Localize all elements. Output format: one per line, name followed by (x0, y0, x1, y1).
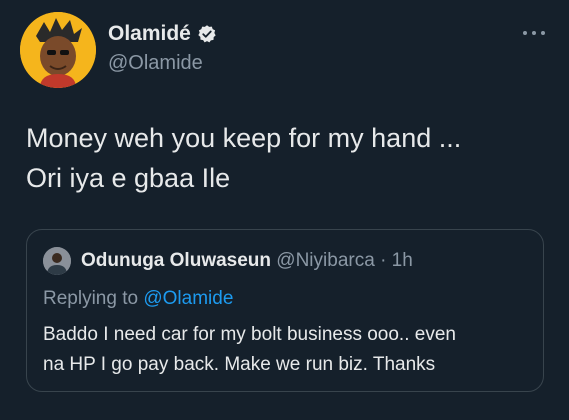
author-name-text: Olamidé (108, 22, 191, 45)
quote-header: Odunuga Oluwaseun @Niyibarca · 1h (81, 250, 413, 272)
replying-to-label: Replying to (43, 288, 139, 309)
quote-text-line: na HP I go pay back. Make we run biz. Th… (43, 354, 436, 375)
cartoon-avatar-icon (20, 12, 96, 88)
replying-to: Replying to @Olamide (43, 288, 233, 310)
quote-text: Baddo I need car for my bolt business oo… (43, 320, 533, 380)
quote-author-name[interactable]: Odunuga Oluwaseun (81, 250, 271, 271)
quote-separator: · (380, 250, 387, 271)
tweet-text-line: Money weh you keep for my hand ... (26, 123, 462, 153)
quoted-tweet[interactable]: Odunuga Oluwaseun @Niyibarca · 1h Replyi… (26, 229, 544, 392)
quote-author-avatar[interactable] (43, 247, 71, 275)
tweet-text-line: Ori iya e gbaa Ile (26, 163, 231, 193)
author-avatar[interactable] (20, 12, 96, 88)
author-handle[interactable]: @Olamide (108, 52, 203, 75)
quote-text-line: Baddo I need car for my bolt business oo… (43, 324, 456, 345)
quote-author-handle[interactable]: @Niyibarca (276, 250, 374, 271)
tweet-text: Money weh you keep for my hand ... Ori i… (26, 118, 556, 198)
quote-timestamp[interactable]: 1h (392, 250, 413, 271)
more-horizontal-icon[interactable] (521, 28, 547, 38)
verified-badge-icon (198, 25, 216, 43)
replying-to-mention[interactable]: @Olamide (143, 288, 233, 309)
user-avatar-icon (43, 247, 71, 275)
author-name[interactable]: Olamidé (108, 22, 217, 46)
tweet: Olamidé @Olamide Money weh you keep for … (0, 0, 569, 420)
